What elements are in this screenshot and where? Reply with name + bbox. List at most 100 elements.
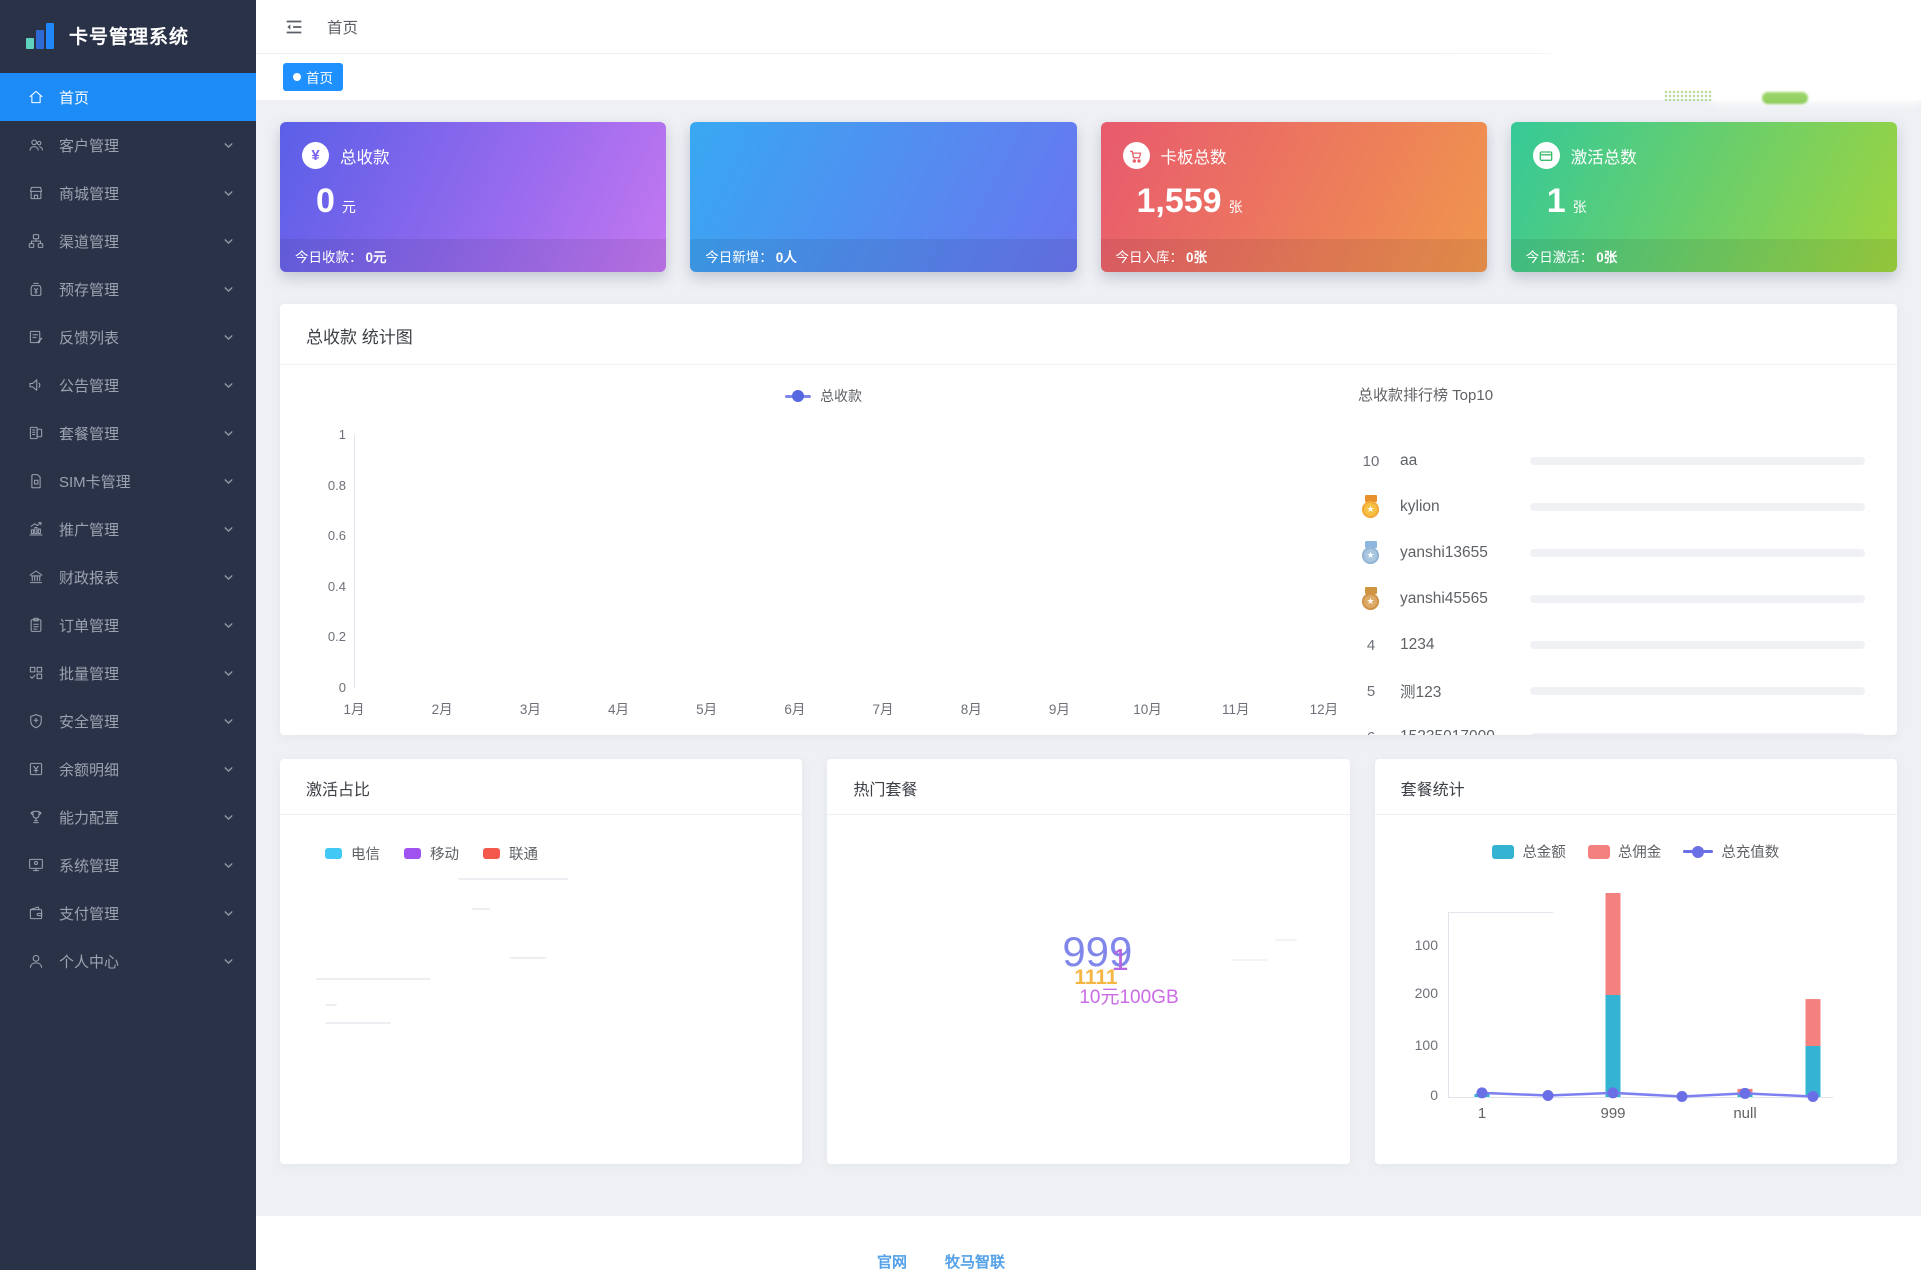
chevron-down-icon — [223, 188, 234, 199]
x-tick: 3月 — [519, 702, 541, 717]
stat-card-unit: 张 — [1228, 199, 1243, 215]
ghost-line — [510, 957, 546, 959]
legend-item-移动[interactable]: 移动 — [404, 843, 459, 864]
hot-packages-title: 热门套餐 — [827, 759, 1350, 815]
system-icon — [27, 856, 45, 874]
home-icon — [27, 88, 45, 106]
sidebar-item-label: SIM卡管理 — [59, 473, 131, 491]
footer-link-brand[interactable]: 牧马智联 — [945, 1251, 1005, 1270]
chevron-down-icon — [223, 908, 234, 919]
sidebar-item-label: 个人中心 — [59, 953, 120, 971]
sidebar-item-order[interactable]: 订单管理 — [0, 601, 256, 649]
announcement-icon — [27, 376, 45, 394]
sidebar-item-ability[interactable]: 能力配置 — [0, 793, 256, 841]
legend-item-电信[interactable]: 电信 — [325, 843, 380, 864]
chevron-down-icon — [223, 476, 234, 487]
sidebar-item-users[interactable]: 客户管理 — [0, 121, 256, 169]
sidebar-item-sitemap[interactable]: 渠道管理 — [0, 217, 256, 265]
chevron-down-icon — [223, 764, 234, 775]
ghost-line — [316, 978, 431, 980]
ghost-line — [325, 1004, 337, 1006]
chevron-down-icon — [223, 812, 234, 823]
ghost-line — [325, 1022, 391, 1024]
sidebar-item-label: 余额明细 — [59, 761, 120, 779]
sidebar-item-label: 订单管理 — [59, 617, 120, 635]
x-tick: 11月 — [1221, 702, 1250, 717]
footer-link-official-site[interactable]: 官网 — [877, 1251, 907, 1270]
y-tick: 0.4 — [327, 578, 346, 594]
breadcrumb[interactable]: 首页 — [327, 16, 358, 38]
sidebar-item-feedback[interactable]: 反馈列表 — [0, 313, 256, 361]
chevron-down-icon — [223, 428, 234, 439]
stat-card-unit: 张 — [1572, 199, 1587, 215]
sidebar-item-sim[interactable]: SIM卡管理 — [0, 457, 256, 505]
batch-icon — [27, 664, 45, 682]
chevron-down-icon — [223, 332, 234, 343]
sidebar-item-package[interactable]: 套餐管理 — [0, 409, 256, 457]
ghost-artifact-green — [1762, 92, 1808, 104]
ranking-row: 5 测123 — [1358, 668, 1879, 714]
sidebar-item-batch[interactable]: 批量管理 — [0, 649, 256, 697]
legend-item-总佣金[interactable]: 总佣金 — [1587, 841, 1661, 862]
rank-name: yanshi13655 — [1400, 544, 1488, 561]
chevron-down-icon — [223, 860, 234, 871]
stat-card-title: 卡板总数 — [1160, 148, 1227, 167]
sidebar-item-finance[interactable]: 财政报表 — [0, 553, 256, 601]
content: ¥ 总收款 0 元 今日收款： 0元 今日新增： 0人 卡板总数 1,559 张… — [256, 100, 1921, 1216]
sidebar-item-promotion[interactable]: 推广管理 — [0, 505, 256, 553]
hot-packages-panel: 热门套餐 999 1 1111 10元100GB — [827, 759, 1350, 1164]
sidebar-item-deposit[interactable]: 预存管理 — [0, 265, 256, 313]
rank-name: kylion — [1400, 498, 1440, 515]
profile-icon — [27, 952, 45, 970]
package-stats-panel: 套餐统计 总金额 总佣金 总充值数 100 200 100 0 1 999 null — [1374, 759, 1897, 1164]
chevron-down-icon — [223, 620, 234, 631]
sidebar-item-home[interactable]: 首页 — [0, 73, 256, 121]
ranking-row: ★ kylion — [1358, 484, 1879, 530]
sidebar-item-label: 安全管理 — [59, 713, 120, 731]
x-tick: 9月 — [1048, 702, 1070, 717]
stat-card-value: 1,559 — [1136, 182, 1222, 220]
sidebar-item-profile[interactable]: 个人中心 — [0, 937, 256, 985]
sitemap-icon — [27, 232, 45, 250]
chevron-down-icon — [223, 236, 234, 247]
app-logo: 卡号管理系统 — [0, 0, 256, 70]
tag-dot — [293, 73, 301, 81]
rank-bar — [1530, 457, 1865, 465]
tag-home[interactable]: 首页 — [283, 63, 343, 91]
finance-icon — [27, 568, 45, 586]
sidebar-item-payment[interactable]: 支付管理 — [0, 889, 256, 937]
sidebar-fold-icon[interactable] — [283, 16, 305, 38]
payment-icon — [27, 904, 45, 922]
package-stats-title: 套餐统计 — [1374, 759, 1897, 815]
rank-name: 测123 — [1400, 684, 1442, 701]
stat-card-footer: 今日激活： 0张 — [1510, 239, 1897, 272]
sidebar-item-balance[interactable]: 余额明细 — [0, 745, 256, 793]
stat-card-value: 0 — [316, 182, 335, 220]
stat-card-footer: 今日收款： 0元 — [280, 239, 667, 272]
rank-number: 10 — [1362, 452, 1380, 470]
sidebar-item-label: 推广管理 — [59, 521, 120, 539]
y-tick: 1 — [338, 427, 346, 442]
sidebar-item-system[interactable]: 系统管理 — [0, 841, 256, 889]
ranking-row: ★ yanshi13655 — [1358, 530, 1879, 576]
stat-card-value: 1 — [1546, 182, 1566, 220]
legend-swatch — [1492, 844, 1515, 859]
package-icon — [27, 424, 45, 442]
legend-item-总金额[interactable]: 总金额 — [1492, 841, 1566, 862]
y-tick: 0 — [338, 679, 346, 695]
rank-bar — [1530, 503, 1865, 511]
ghost-artifact — [1706, 78, 1921, 104]
legend-item-revenue[interactable]: 总收款 — [785, 386, 862, 406]
sidebar-item-shop[interactable]: 商城管理 — [0, 169, 256, 217]
legend-swatch — [404, 848, 421, 859]
sidebar-item-label: 批量管理 — [59, 665, 120, 683]
y-tick: 0.6 — [327, 528, 346, 544]
sidebar-item-security[interactable]: 安全管理 — [0, 697, 256, 745]
chevron-down-icon — [223, 572, 234, 583]
x-tick-labels: 1月 2月 3月 4月 5月 6月 7月 8月 9月 10月 11月 12月 — [310, 698, 1368, 718]
legend-item-总充值数[interactable]: 总充值数 — [1683, 841, 1779, 862]
rank-name: aa — [1400, 452, 1418, 469]
legend-swatch — [1587, 844, 1610, 859]
sidebar-item-announcement[interactable]: 公告管理 — [0, 361, 256, 409]
legend-item-联通[interactable]: 联通 — [483, 843, 538, 864]
